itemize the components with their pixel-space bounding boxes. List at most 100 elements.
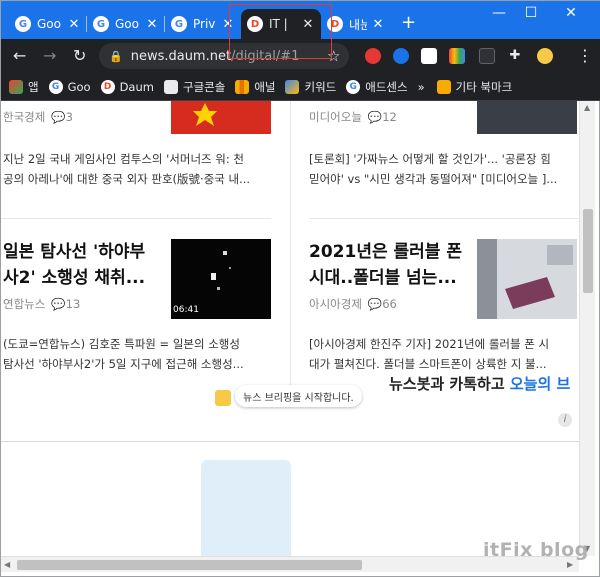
info-icon[interactable]: i xyxy=(558,413,572,427)
minimize-button[interactable]: — xyxy=(485,5,513,21)
menu-button[interactable]: ⋮ xyxy=(577,46,593,65)
kakao-chat-icon xyxy=(215,390,231,406)
section-divider xyxy=(1,441,579,442)
bookmark-google[interactable]: G Goo xyxy=(48,79,91,94)
apps-label: 앱 xyxy=(28,79,39,94)
bookmark-label: 애널 xyxy=(254,79,276,94)
bookmark-keyword[interactable]: 키워드 xyxy=(285,79,336,95)
extension-blue-icon[interactable] xyxy=(393,48,409,64)
summary-line: 대가 펼쳐진다. 폴더블 스마트폰이 상륙한 지 불... xyxy=(309,357,547,371)
extension-grid-icon[interactable] xyxy=(479,48,495,64)
bookmark-daum[interactable]: D Daum xyxy=(100,79,154,94)
back-button[interactable]: ← xyxy=(13,46,26,65)
folder-icon xyxy=(436,79,451,94)
article-thumbnail[interactable] xyxy=(477,239,577,319)
daum-d-icon: D xyxy=(100,79,115,94)
article-summary[interactable]: [아시아경제 한진주 기자] 2021년에 롤러블 폰 시 대가 펼쳐진다. 폴… xyxy=(309,334,577,374)
bookmark-label: Goo xyxy=(67,79,91,94)
horizontal-scroll-thumb[interactable] xyxy=(17,560,362,570)
summary-line: 탐사선 '하야부사2'가 5일 지구에 접근해 소행성... xyxy=(3,357,244,371)
google-g-icon: G xyxy=(93,16,109,32)
tab-close-icon[interactable]: ✕ xyxy=(67,17,81,32)
scroll-up-arrow-icon[interactable]: ▲ xyxy=(584,103,590,112)
bar-chart-icon xyxy=(235,79,250,94)
newsbot-card xyxy=(201,460,291,556)
bookmark-label: 구글콘솔 xyxy=(182,79,226,94)
article-summary[interactable]: (도쿄=연합뉴스) 김호준 특파원 = 일본의 소행성 탐사선 '하야부사2'가… xyxy=(3,334,283,374)
headline-line: 사2' 소행성 채취... xyxy=(3,268,146,288)
puzzle-icon[interactable]: ✚ xyxy=(507,48,523,64)
store-icon xyxy=(163,79,178,94)
comment-count: 13 xyxy=(65,297,81,311)
article-source[interactable]: 아시아경제 xyxy=(309,296,362,312)
article-headline[interactable]: 2021년은 롤러블 폰 시대..폴더블 넘는... xyxy=(309,239,474,291)
apps-grid-icon xyxy=(9,79,23,94)
other-bookmarks-folder[interactable]: 기타 북마크 xyxy=(436,79,513,95)
maximize-button[interactable]: ☐ xyxy=(517,5,545,21)
ads-icon xyxy=(285,79,300,94)
newsbot-briefing-bubble[interactable]: 뉴스 브리핑을 시작합니다. xyxy=(235,385,362,407)
tab-title: Priv xyxy=(193,17,216,31)
newsbot-link[interactable]: 오늘의 브 xyxy=(510,375,570,393)
video-time: 06:41 xyxy=(173,305,199,315)
column-divider xyxy=(290,101,291,391)
bookmark-console[interactable]: 구글콘솔 xyxy=(163,79,226,95)
reload-button[interactable]: ↻ xyxy=(73,46,86,65)
article-meta: 아시아경제 💬 66 xyxy=(309,296,397,312)
article-summary[interactable]: [토론회] '가짜뉴스 어떻게 할 것인가'... '공론장 힘 믿어야' vs… xyxy=(309,149,577,189)
newsbot-text: 뉴스봇과 카톡하고 xyxy=(389,375,510,393)
comment-icon: 💬 xyxy=(51,297,66,311)
newsbot-headline[interactable]: 뉴스봇과 카톡하고 오늘의 브 xyxy=(389,373,570,394)
tab-title: Goo xyxy=(115,17,139,31)
extension-red-icon[interactable] xyxy=(365,48,381,64)
tab-google-1[interactable]: G Goo ✕ xyxy=(9,9,87,39)
tab-close-icon[interactable]: ✕ xyxy=(145,17,159,32)
headline-line: 일본 탐사선 '하야부 xyxy=(3,242,146,262)
bookmark-label: 애드센스 xyxy=(365,79,408,94)
highlight-box xyxy=(229,4,332,59)
apps-shortcut[interactable]: 앱 xyxy=(9,79,39,95)
browser-window: G Goo ✕ G Goo ✕ G Priv ✕ D IT | ✕ D 내눈 ✕… xyxy=(0,0,600,577)
article-thumbnail[interactable] xyxy=(171,101,271,134)
summary-line: 지난 2일 국내 게임사인 컴투스의 '서머너즈 워: 천 xyxy=(3,152,244,166)
summary-line: (도쿄=연합뉴스) 김호준 특파원 = 일본의 소행성 xyxy=(3,337,240,351)
tab-google-2[interactable]: G Goo ✕ xyxy=(87,9,165,39)
bookmark-analytics[interactable]: 애널 xyxy=(235,79,275,95)
tab-title: 내눈 xyxy=(349,17,367,32)
headline-line: 시대..폴더블 넘는... xyxy=(309,268,457,288)
summary-line: 믿어야' vs "시민 생각과 동떨어져" [미디어오늘 ]... xyxy=(309,172,558,186)
page-content: 한국경제 💬 3 미디어오늘 💬 12 지난 2일 국내 게임사인 컴투스의 '… xyxy=(1,101,581,556)
bookmarks-overflow-button[interactable]: » xyxy=(418,80,425,94)
scroll-left-arrow-icon[interactable]: ◀ xyxy=(4,560,10,569)
article-source[interactable]: 연합뉴스 xyxy=(3,296,45,312)
headline-line: 2021년은 롤러블 폰 xyxy=(309,242,462,262)
window-close-button[interactable]: ✕ xyxy=(557,5,585,21)
profile-avatar[interactable] xyxy=(537,48,553,64)
other-bookmarks-label: 기타 북마크 xyxy=(455,79,513,94)
article-source[interactable]: 미디어오늘 xyxy=(309,109,362,125)
comment-icon: 💬 xyxy=(51,110,66,124)
google-g-icon: G xyxy=(15,16,31,32)
tab-close-icon[interactable]: ✕ xyxy=(371,17,385,32)
extension-download-icon[interactable] xyxy=(421,48,437,64)
row-divider xyxy=(309,218,579,219)
article-meta: 한국경제 💬 3 xyxy=(3,109,73,125)
google-g-icon: G xyxy=(346,79,361,94)
vertical-scroll-thumb[interactable] xyxy=(583,209,593,293)
tab-title: Goo xyxy=(37,17,61,31)
new-tab-button[interactable]: + xyxy=(401,14,416,32)
article-headline[interactable]: 일본 탐사선 '하야부 사2' 소행성 채취... xyxy=(3,239,168,291)
article-source[interactable]: 한국경제 xyxy=(3,109,45,125)
extension-color-icon[interactable] xyxy=(449,48,465,64)
forward-button[interactable]: → xyxy=(43,46,56,65)
article-summary[interactable]: 지난 2일 국내 게임사인 컴투스의 '서머너즈 워: 천 공의 아레나'에 대… xyxy=(3,149,283,189)
blog-watermark: itFix blog xyxy=(483,539,589,561)
article-thumbnail[interactable] xyxy=(477,101,577,134)
article-meta: 연합뉴스 💬 13 xyxy=(3,296,80,312)
article-thumbnail[interactable]: 06:41 xyxy=(171,239,271,319)
scroll-right-arrow-icon[interactable]: ▶ xyxy=(567,560,573,569)
google-g-icon: G xyxy=(171,16,187,32)
comment-count: 66 xyxy=(382,297,397,311)
bookmark-adsense[interactable]: G 애드센스 xyxy=(346,79,408,95)
vertical-scrollbar[interactable]: ▲ ▼ xyxy=(579,101,595,556)
